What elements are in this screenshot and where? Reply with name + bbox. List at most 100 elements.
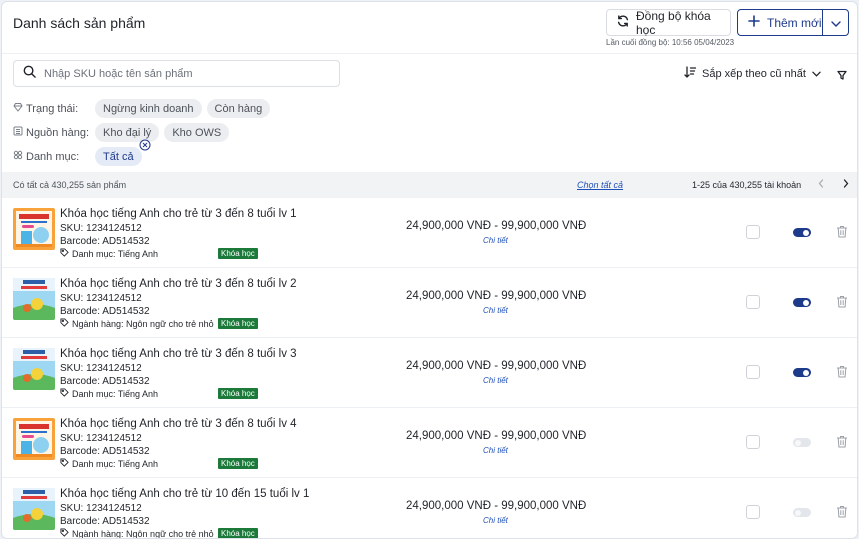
trash-icon[interactable] — [836, 505, 848, 523]
total-count: Có tất cả 430,255 sản phẩm — [13, 180, 127, 190]
sync-icon — [616, 14, 630, 31]
tag-icon — [60, 248, 69, 259]
product-list-panel: Danh sách sản phẩm Đồng bộ khóa học Lần … — [1, 1, 858, 539]
chip-in-stock[interactable]: Còn hàng — [206, 99, 271, 118]
list-icon — [13, 126, 23, 139]
active-toggle[interactable] — [793, 368, 811, 377]
pagination-info: 1-25 của 430,255 tài khoản — [692, 180, 802, 190]
row-checkbox[interactable] — [746, 225, 760, 239]
product-category-label: Danh mục: Tiếng Anh — [72, 248, 159, 259]
product-name[interactable]: Khóa học tiếng Anh cho trẻ từ 3 đến 8 tu… — [60, 348, 297, 360]
product-category-label: Ngành hàng: Ngôn ngữ cho trẻ nhỏ — [72, 318, 214, 329]
filter-icon — [837, 67, 847, 84]
product-category: Danh mục: Tiếng Anh — [60, 388, 158, 399]
search-input[interactable] — [44, 67, 324, 80]
toggle-knob — [795, 439, 801, 446]
sync-courses-button[interactable]: Đồng bộ khóa học — [606, 9, 731, 37]
toggle-knob — [795, 509, 801, 516]
sort-dropdown[interactable]: Sắp xếp theo cũ nhất — [684, 66, 821, 81]
search-icon — [23, 65, 36, 83]
trash-icon[interactable] — [836, 435, 848, 453]
toggle-knob — [803, 369, 809, 376]
sort-label: Sắp xếp theo cũ nhất — [702, 67, 806, 80]
active-toggle[interactable] — [793, 508, 811, 517]
chip-discontinued[interactable]: Ngừng kinh doanh — [95, 99, 202, 118]
product-type-badge: Khóa học — [218, 528, 258, 538]
page-title: Danh sách sản phẩm — [13, 15, 146, 31]
active-toggle[interactable] — [793, 298, 811, 307]
product-category: Danh mục: Tiếng Anh — [60, 248, 158, 259]
product-barcode: Barcode: AD514532 — [60, 236, 150, 247]
add-new-split-button: Thêm mới — [737, 9, 849, 36]
product-thumbnail[interactable] — [13, 208, 55, 250]
filter-label-text: Trạng thái: — [26, 102, 79, 115]
add-options-dropdown[interactable] — [822, 10, 848, 35]
product-category-label: Danh mục: Tiếng Anh — [72, 458, 159, 469]
chevron-left-icon[interactable] — [818, 179, 824, 190]
filter-row-source: Nguồn hàng: Kho đại lý Kho OWS — [13, 123, 234, 142]
product-thumbnail[interactable] — [13, 278, 55, 320]
remove-chip-icon[interactable] — [139, 139, 151, 151]
product-price-range: 24,900,000 VNĐ - 99,900,000 VNĐ — [406, 290, 587, 302]
product-type-badge: Khóa học — [218, 458, 258, 469]
trash-icon[interactable] — [836, 365, 848, 383]
filter-label-text: Nguồn hàng: — [26, 126, 89, 139]
product-sku: SKU: 1234124512 — [60, 293, 142, 304]
product-detail-link[interactable]: Chi tiết — [483, 516, 508, 525]
product-row: Khóa học tiếng Anh cho trẻ từ 3 đến 8 tu… — [2, 338, 857, 408]
summary-bar: Có tất cả 430,255 sản phẩm Chọn tất cả 1… — [2, 172, 857, 198]
chip-ows-warehouse[interactable]: Kho OWS — [164, 123, 230, 142]
product-name[interactable]: Khóa học tiếng Anh cho trẻ từ 3 đến 8 tu… — [60, 278, 297, 290]
product-sku: SKU: 1234124512 — [60, 503, 142, 514]
row-checkbox[interactable] — [746, 505, 760, 519]
product-barcode: Barcode: AD514532 — [60, 446, 150, 457]
filter-label-source: Nguồn hàng: — [13, 126, 95, 139]
tag-icon — [60, 458, 69, 469]
filter-button[interactable] — [837, 67, 847, 85]
diamond-icon — [13, 102, 23, 115]
product-name[interactable]: Khóa học tiếng Anh cho trẻ từ 3 đến 8 tu… — [60, 418, 297, 430]
product-detail-link[interactable]: Chi tiết — [483, 306, 508, 315]
product-name[interactable]: Khóa học tiếng Anh cho trẻ từ 3 đến 8 tu… — [60, 208, 297, 220]
row-checkbox[interactable] — [746, 435, 760, 449]
filter-row-status: Trạng thái: Ngừng kinh doanh Còn hàng — [13, 99, 275, 118]
add-new-button[interactable]: Thêm mới — [738, 10, 822, 35]
sort-icon — [684, 66, 697, 81]
product-price-range: 24,900,000 VNĐ - 99,900,000 VNĐ — [406, 220, 587, 232]
product-list: Khóa học tiếng Anh cho trẻ từ 3 đến 8 tu… — [2, 198, 857, 539]
plus-icon — [748, 15, 760, 30]
select-all-link[interactable]: Chọn tất cả — [577, 180, 623, 190]
product-type-badge: Khóa học — [218, 248, 258, 259]
last-sync-caption: Lần cuối đồng bộ: 10:56 05/04/2023 — [606, 38, 735, 47]
product-detail-link[interactable]: Chi tiết — [483, 446, 508, 455]
product-detail-link[interactable]: Chi tiết — [483, 236, 508, 245]
product-name[interactable]: Khóa học tiếng Anh cho trẻ từ 10 đến 15 … — [60, 488, 309, 500]
product-price-range: 24,900,000 VNĐ - 99,900,000 VNĐ — [406, 430, 587, 442]
chevron-down-icon — [830, 14, 841, 32]
active-toggle[interactable] — [793, 438, 811, 447]
product-barcode: Barcode: AD514532 — [60, 306, 150, 317]
chip-label: Tất cả — [103, 150, 134, 163]
row-checkbox[interactable] — [746, 295, 760, 309]
product-type-badge: Khóa học — [218, 388, 258, 399]
product-thumbnail[interactable] — [13, 488, 55, 530]
row-checkbox[interactable] — [746, 365, 760, 379]
toggle-knob — [803, 299, 809, 306]
product-thumbnail[interactable] — [13, 348, 55, 390]
chevron-down-icon — [812, 68, 821, 80]
chip-all-categories[interactable]: Tất cả — [95, 139, 151, 166]
product-thumbnail[interactable] — [13, 418, 55, 460]
chevron-right-icon[interactable] — [843, 179, 849, 190]
add-new-label: Thêm mới — [767, 15, 822, 30]
product-category-label: Danh mục: Tiếng Anh — [72, 388, 159, 399]
product-detail-link[interactable]: Chi tiết — [483, 376, 508, 385]
product-category-label: Ngành hàng: Ngôn ngữ cho trẻ nhỏ — [72, 528, 214, 539]
product-row: Khóa học tiếng Anh cho trẻ từ 3 đến 8 tu… — [2, 198, 857, 268]
active-toggle[interactable] — [793, 228, 811, 237]
trash-icon[interactable] — [836, 295, 848, 313]
tag-icon — [60, 318, 69, 329]
product-sku: SKU: 1234124512 — [60, 433, 142, 444]
product-row: Khóa học tiếng Anh cho trẻ từ 3 đến 8 tu… — [2, 408, 857, 478]
tag-icon — [60, 388, 69, 399]
trash-icon[interactable] — [836, 225, 848, 243]
